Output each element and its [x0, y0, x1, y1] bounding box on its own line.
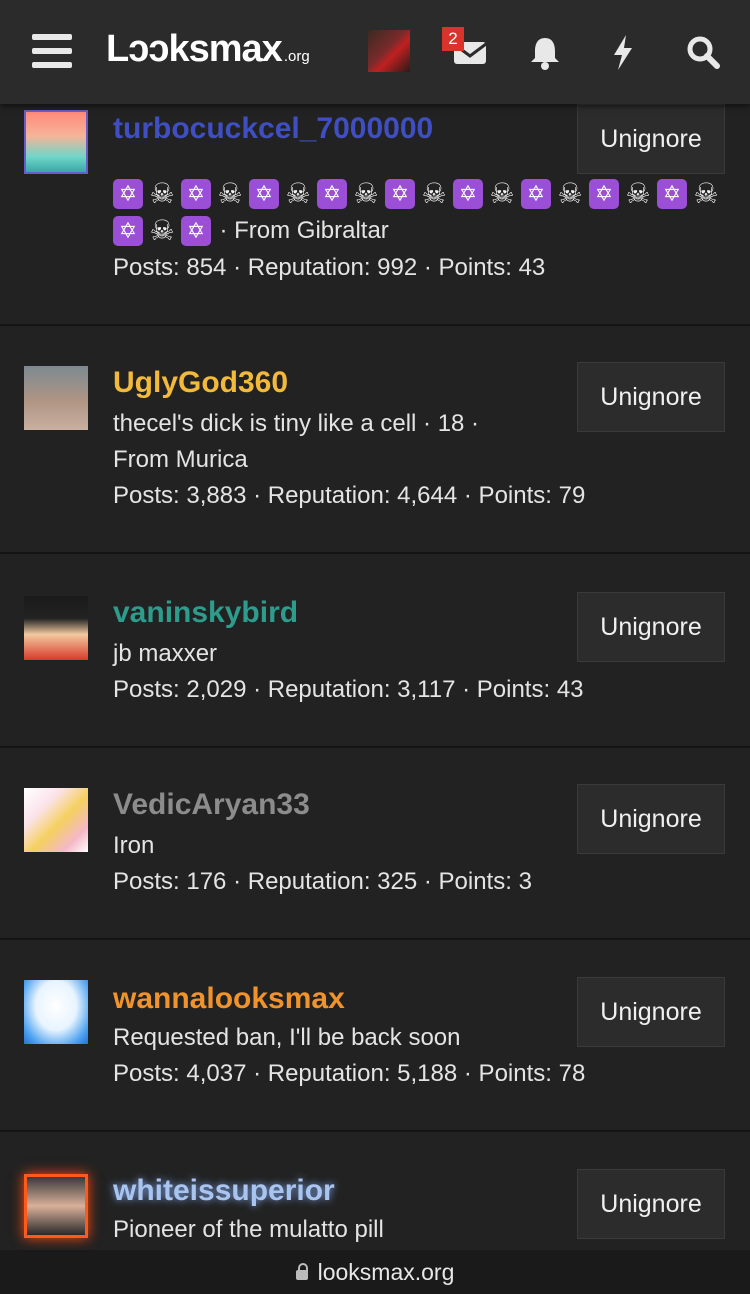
search-icon[interactable]: [681, 30, 725, 74]
skull-icon: ☠: [625, 178, 651, 209]
star-of-david-icon: ✡: [317, 179, 347, 209]
star-of-david-icon: ✡: [181, 216, 211, 246]
skull-icon: ☠: [149, 178, 175, 209]
skull-icon: ☠: [353, 178, 379, 209]
user-stats: Posts: 3,883 · Reputation: 4,644 · Point…: [113, 482, 586, 509]
top-navigation-bar: Lɔɔksmax .org 2: [0, 0, 750, 104]
site-logo[interactable]: Lɔɔksmax .org: [106, 28, 310, 71]
logo-suffix: .org: [283, 48, 310, 65]
avatar[interactable]: [24, 980, 88, 1044]
skull-icon: ☠: [557, 178, 583, 209]
user-stats: Posts: 176 · Reputation: 325 · Points: 3: [113, 868, 532, 895]
skull-icon: ☠: [693, 178, 719, 209]
avatar[interactable]: [24, 110, 88, 174]
ignored-member-row: turbocuckcel_7000000 ✡ ☠ ✡ ☠ ✡ ☠ ✡ ☠ ✡ ☠ ✡ ☠ ✡ ☠ ✡ ☠ ✡ ☠ …: [0, 104, 750, 326]
user-stats: Posts: 2,029 · Reputation: 3,117 · Point…: [113, 676, 584, 703]
star-of-david-icon: ✡: [385, 179, 415, 209]
user-location: · From Gibraltar: [219, 217, 389, 244]
username-link[interactable]: vaninskybird: [113, 596, 298, 630]
avatar[interactable]: [24, 788, 88, 852]
ignored-member-row: VedicAryan33 Iron Posts: 176 · Reputatio…: [0, 748, 750, 940]
username-link[interactable]: wannalooksmax: [113, 982, 345, 1016]
user-title: Iron: [113, 832, 155, 859]
user-location: From Murica: [113, 446, 248, 473]
user-title-emoji-row: ✡ ☠ ✡ ☠ ✡ ☠ ✡ ☠ ✡ ☠ ✡ ☠ ✡ ☠ ✡ ☠ ✡ ☠: [113, 179, 725, 209]
skull-icon: ☠: [217, 178, 243, 209]
inbox-badge: 2: [442, 27, 464, 51]
star-of-david-icon: ✡: [113, 179, 143, 209]
unignore-button[interactable]: Unignore: [577, 104, 725, 174]
skull-icon: ☠: [149, 215, 175, 246]
bell-icon[interactable]: [523, 30, 567, 74]
username-link[interactable]: turbocuckcel_7000000: [113, 112, 433, 146]
logo-text: Lɔɔksmax: [106, 28, 283, 70]
ignored-member-row: UglyGod360 thecel's dick is tiny like a …: [0, 326, 750, 554]
user-stats: Posts: 4,037 · Reputation: 5,188 · Point…: [113, 1060, 586, 1087]
skull-icon: ☠: [285, 178, 311, 209]
star-of-david-icon: ✡: [453, 179, 483, 209]
skull-icon: ☠: [489, 178, 515, 209]
user-title: Requested ban, I'll be back soon: [113, 1024, 461, 1051]
user-stats: Posts: 854 · Reputation: 992 · Points: 4…: [113, 254, 546, 281]
user-title: jb maxxer: [113, 640, 218, 667]
star-of-david-icon: ✡: [249, 179, 279, 209]
username-link[interactable]: whiteissuperior: [113, 1174, 335, 1208]
unignore-button[interactable]: Unignore: [577, 977, 725, 1047]
star-of-david-icon: ✡: [181, 179, 211, 209]
url-text: looksmax.org: [317, 1259, 455, 1285]
star-of-david-icon: ✡: [521, 179, 551, 209]
ignored-member-row: vaninskybird jb maxxer Posts: 2,029 · Re…: [0, 554, 750, 748]
lock-icon: [295, 1263, 308, 1280]
user-title-line: ✡ ☠ ✡ · From Gibraltar: [113, 216, 389, 246]
unignore-button[interactable]: Unignore: [577, 362, 725, 432]
user-avatar[interactable]: [368, 30, 410, 72]
ignored-member-row: wannalooksmax Requested ban, I'll be bac…: [0, 940, 750, 1132]
avatar[interactable]: [24, 1174, 88, 1238]
avatar[interactable]: [24, 596, 88, 660]
unignore-button[interactable]: Unignore: [577, 784, 725, 854]
menu-icon[interactable]: [32, 34, 72, 68]
unignore-button[interactable]: Unignore: [577, 1169, 725, 1239]
username-link[interactable]: UglyGod360: [113, 366, 288, 400]
star-of-david-icon: ✡: [113, 216, 143, 246]
star-of-david-icon: ✡: [589, 179, 619, 209]
unignore-button[interactable]: Unignore: [577, 592, 725, 662]
ignored-member-row: whiteissuperior Pioneer of the mulatto p…: [0, 1132, 750, 1250]
star-of-david-icon: ✡: [657, 179, 687, 209]
browser-url-bar[interactable]: looksmax.org: [0, 1250, 750, 1294]
username-link[interactable]: VedicAryan33: [113, 788, 310, 822]
avatar[interactable]: [24, 366, 88, 430]
lightning-icon[interactable]: [601, 30, 645, 74]
user-title: thecel's dick is tiny like a cell · 18 ·: [113, 410, 480, 437]
user-title: Pioneer of the mulatto pill: [113, 1216, 384, 1243]
skull-icon: ☠: [421, 178, 447, 209]
